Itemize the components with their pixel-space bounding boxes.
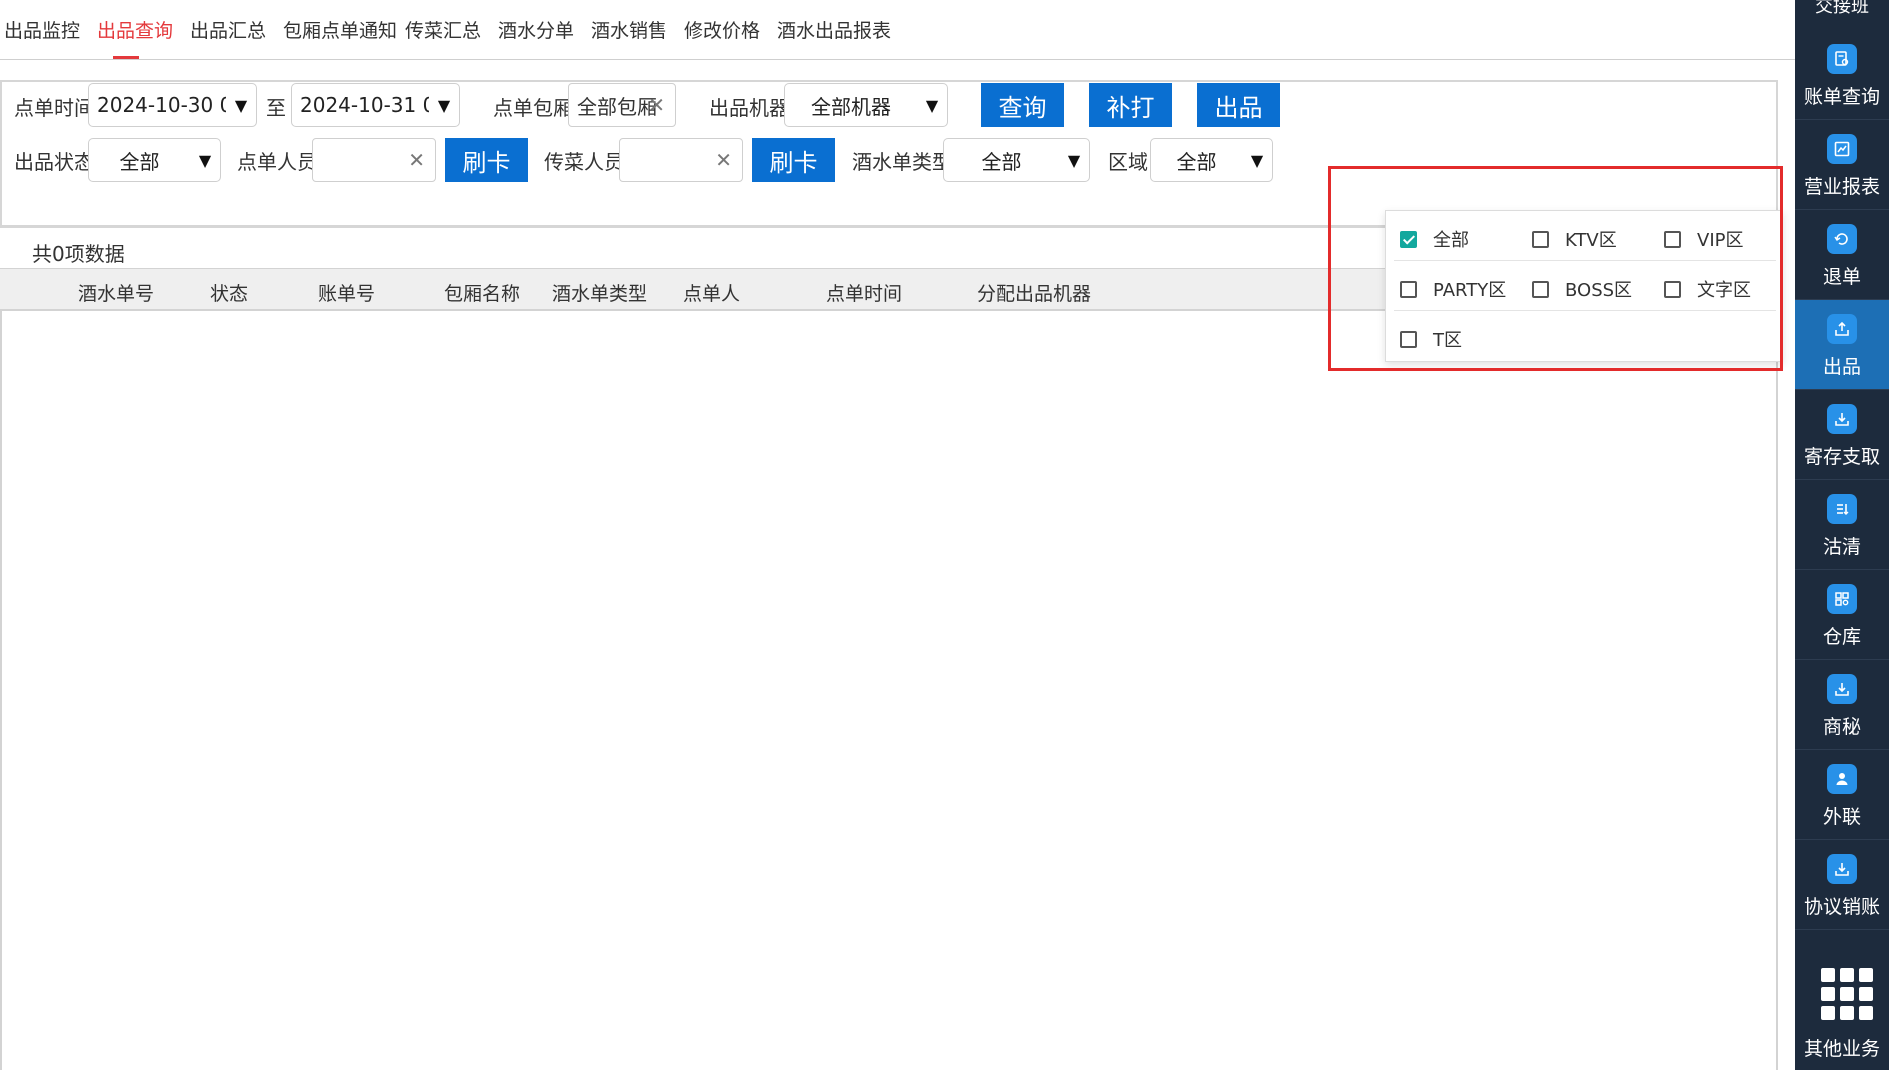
bill-search-icon	[1827, 44, 1857, 74]
column-header[interactable]: 状态	[210, 279, 248, 306]
serve-icon	[1827, 314, 1857, 344]
end-time-select[interactable]: 2024-10-31 09:00 ▼	[291, 83, 460, 127]
serve-button[interactable]: 出品	[1197, 83, 1280, 127]
shift-handover-item[interactable]: 交接班	[1795, 0, 1889, 20]
table-body	[0, 311, 1778, 1070]
active-tab-indicator	[113, 56, 139, 59]
business-icon	[1827, 674, 1857, 704]
caret-down-icon: ▼	[437, 95, 451, 115]
end-time-value: 2024-10-31 09:00	[300, 93, 429, 117]
column-header[interactable]: 分配出品机器	[977, 279, 1091, 306]
clear-icon[interactable]: ✕	[715, 148, 732, 172]
column-header[interactable]: 酒水单类型	[552, 279, 647, 306]
refund-icon	[1827, 224, 1857, 254]
sidebar-item-serve[interactable]: 出品	[1795, 300, 1889, 390]
sidebar-item-warehouse[interactable]: 仓库	[1795, 570, 1889, 660]
tab-drink-split[interactable]: 酒水分单	[498, 16, 574, 43]
sidebar-item-agreement-writeoff[interactable]: 协议销账	[1795, 840, 1889, 930]
machine-select[interactable]: 全部机器 ▼	[784, 83, 948, 127]
tab-drink-sales[interactable]: 酒水销售	[591, 16, 667, 43]
tab-output-summary[interactable]: 出品汇总	[190, 16, 266, 43]
caret-down-icon: ▼	[234, 95, 248, 115]
sidebar-item-deposit[interactable]: 寄存支取	[1795, 390, 1889, 480]
caret-down-icon: ▼	[1250, 150, 1264, 170]
orderer-label: 点单人员	[237, 150, 317, 174]
area-label: 区域	[1108, 150, 1148, 174]
sidebar-item-label: 协议销账	[1803, 896, 1880, 918]
contact-icon	[1827, 764, 1857, 794]
sidebar-item-label: 仓库	[1822, 626, 1861, 648]
tab-output-monitor[interactable]: 出品监控	[4, 16, 80, 43]
caret-down-icon: ▼	[198, 150, 212, 170]
highlight-box	[1328, 166, 1783, 371]
room-select[interactable]: 全部包厢 ✕	[568, 83, 676, 127]
drink-type-label: 酒水单类型	[852, 150, 952, 174]
top-nav: 出品监控 出品查询 出品汇总 包厢点单通知 传菜汇总 酒水分单 酒水销售 修改价…	[0, 0, 1795, 60]
apps-grid-icon[interactable]	[1821, 968, 1873, 1020]
to-label: 至	[266, 96, 286, 120]
sidebar-item-label: 商秘	[1822, 716, 1861, 738]
reprint-button[interactable]: 补打	[1089, 83, 1172, 127]
runner-swipe-card-button[interactable]: 刷卡	[752, 138, 835, 182]
query-button[interactable]: 查询	[981, 83, 1064, 127]
sold-out-icon	[1827, 494, 1857, 524]
clear-icon[interactable]: ✕	[408, 148, 425, 172]
machine-label: 出品机器	[709, 96, 789, 120]
column-header[interactable]: 账单号	[318, 279, 375, 306]
sidebar-item-bill-query[interactable]: 账单查询	[1795, 30, 1889, 120]
sidebar-item-label: 营业报表	[1803, 176, 1880, 198]
caret-down-icon: ▼	[925, 95, 939, 115]
column-header[interactable]: 包厢名称	[444, 279, 520, 306]
machine-value: 全部机器	[811, 94, 891, 119]
status-select[interactable]: 全部 ▼	[88, 138, 221, 182]
report-chart-icon	[1827, 134, 1857, 164]
sidebar-item-sold-out[interactable]: 沽清	[1795, 480, 1889, 570]
runner-label: 传菜人员	[544, 150, 624, 174]
sidebar-item-label: 出品	[1822, 356, 1861, 378]
agreement-icon	[1827, 854, 1857, 884]
sidebar-item-label: 寄存支取	[1803, 446, 1880, 468]
status-value: 全部	[119, 149, 160, 174]
orderer-input[interactable]: ✕	[312, 138, 436, 182]
room-label: 点单包厢	[493, 96, 573, 120]
column-header[interactable]: 点单时间	[826, 279, 902, 306]
runner-input[interactable]: ✕	[619, 138, 743, 182]
sidebar-item-label: 账单查询	[1803, 86, 1880, 108]
orderer-swipe-card-button[interactable]: 刷卡	[445, 138, 528, 182]
record-count: 共0项数据	[32, 242, 125, 266]
clear-icon[interactable]: ✕	[648, 93, 665, 117]
tab-runner-summary[interactable]: 传菜汇总	[405, 16, 481, 43]
tab-edit-price[interactable]: 修改价格	[684, 16, 760, 43]
sidebar-item-external-contact[interactable]: 外联	[1795, 750, 1889, 840]
warehouse-icon	[1827, 584, 1857, 614]
status-label: 出品状态	[14, 150, 94, 174]
sidebar-other-business[interactable]: 其他业务	[1795, 1034, 1889, 1061]
start-time-select[interactable]: 2024-10-30 09:00 ▼	[88, 83, 257, 127]
order-time-label: 点单时间	[14, 96, 94, 120]
area-select[interactable]: 全部 ▼	[1150, 138, 1273, 182]
sidebar-item-business-secretary[interactable]: 商秘	[1795, 660, 1889, 750]
tab-output-query[interactable]: 出品查询	[97, 16, 173, 43]
sidebar-item-label: 退单	[1822, 266, 1861, 288]
caret-down-icon: ▼	[1067, 150, 1081, 170]
right-sidebar: 交接班 账单查询 营业报表 退单 出品 寄存支取 沽清 仓库 商秘 外联 协议销…	[1795, 0, 1889, 1070]
sidebar-item-label: 沽清	[1822, 536, 1861, 558]
drink-type-select[interactable]: 全部 ▼	[943, 138, 1090, 182]
room-value: 全部包厢	[577, 94, 657, 119]
column-header[interactable]: 点单人	[683, 279, 740, 306]
area-value: 全部	[1176, 149, 1217, 174]
tab-drink-output-report[interactable]: 酒水出品报表	[777, 16, 891, 43]
drink-type-value: 全部	[981, 149, 1022, 174]
deposit-icon	[1827, 404, 1857, 434]
sidebar-item-refund[interactable]: 退单	[1795, 210, 1889, 300]
tab-room-order-notice[interactable]: 包厢点单通知	[283, 16, 397, 43]
sidebar-item-label: 外联	[1822, 806, 1861, 828]
column-header[interactable]: 酒水单号	[78, 279, 154, 306]
sidebar-item-business-report[interactable]: 营业报表	[1795, 120, 1889, 210]
start-time-value: 2024-10-30 09:00	[97, 93, 226, 117]
